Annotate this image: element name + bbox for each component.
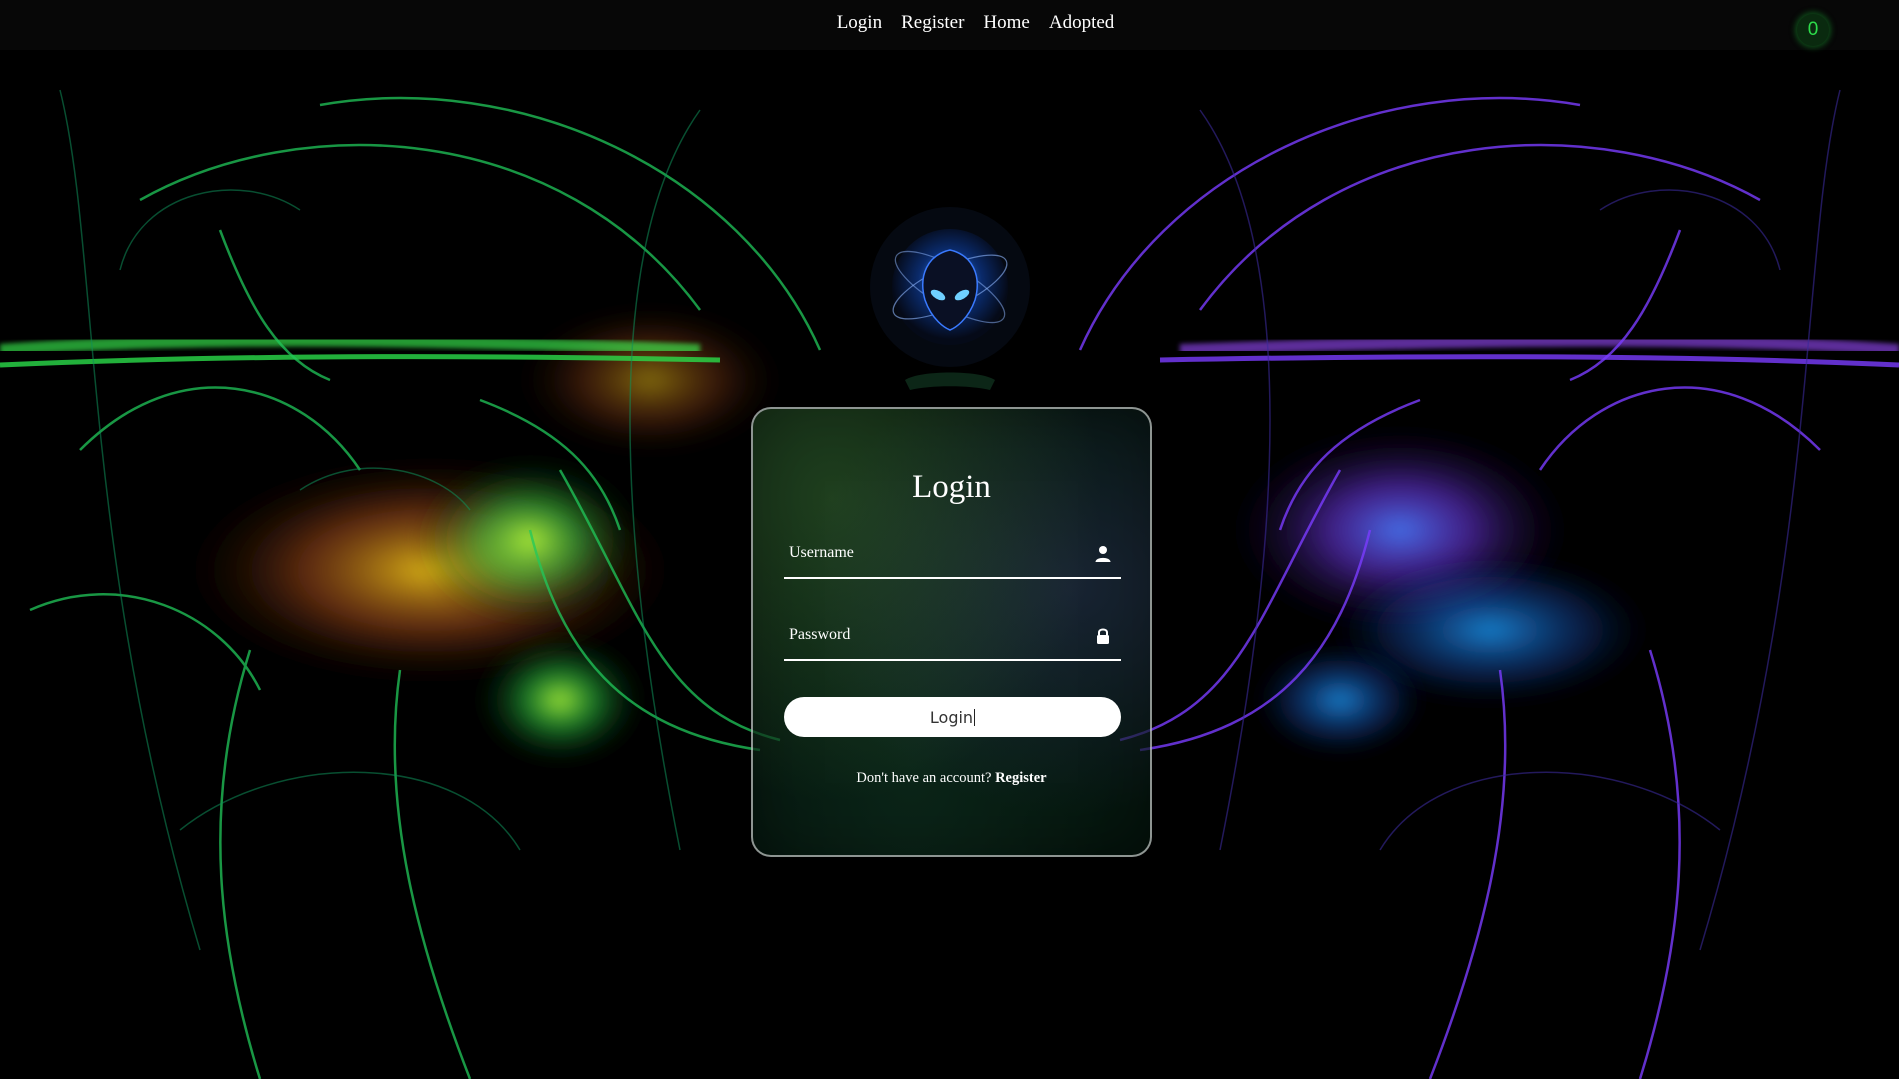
username-field-wrapper xyxy=(784,531,1121,579)
cart-count-badge[interactable]: 0 xyxy=(1797,14,1829,46)
page-root: Login Register Home Adopted 0 Login Logi… xyxy=(0,0,1899,1079)
user-icon xyxy=(1095,546,1111,562)
top-navbar: Login Register Home Adopted 0 xyxy=(0,0,1899,50)
text-caret xyxy=(974,708,976,726)
register-prompt: Don't have an account? Register xyxy=(753,770,1150,787)
lock-icon xyxy=(1097,628,1109,644)
password-field-wrapper xyxy=(784,613,1121,661)
nav-link-home[interactable]: Home xyxy=(983,12,1029,34)
login-card: Login Login Don't have an account? Regis… xyxy=(751,407,1152,857)
nav-links: Login Register Home Adopted xyxy=(0,12,1899,34)
alien-globe-icon xyxy=(870,207,1030,390)
nav-link-adopted[interactable]: Adopted xyxy=(1049,12,1114,34)
register-prompt-text: Don't have an account? xyxy=(856,770,992,786)
login-submit-button[interactable]: Login xyxy=(784,697,1121,737)
nav-link-register[interactable]: Register xyxy=(901,12,964,34)
username-input[interactable] xyxy=(784,531,1074,575)
login-submit-label: Login xyxy=(929,707,974,727)
login-title: Login xyxy=(912,469,991,505)
register-link[interactable]: Register xyxy=(995,770,1047,786)
nav-link-login[interactable]: Login xyxy=(837,12,882,34)
password-input[interactable] xyxy=(784,613,1074,657)
